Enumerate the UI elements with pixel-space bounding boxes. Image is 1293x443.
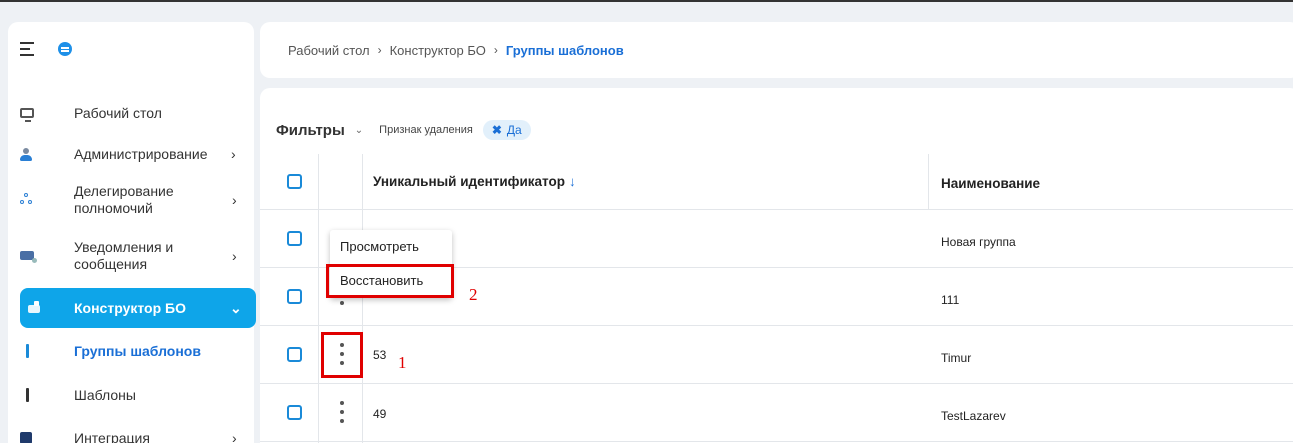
breadcrumb-separator-icon: ›	[493, 43, 498, 57]
sidebar-item-label: Группы шаблонов	[74, 342, 201, 359]
puzzle-icon	[20, 432, 32, 443]
active-bar-icon	[26, 344, 29, 358]
breadcrumb-item-constructor[interactable]: Конструктор БО	[390, 43, 486, 58]
sidebar-item-label: Уведомления и сообщения	[74, 239, 173, 273]
sidebar-item-notifications[interactable]: Уведомления и сообщения ›	[8, 236, 254, 276]
admin-icon	[20, 148, 32, 162]
column-header-name[interactable]: Наименование	[941, 176, 1040, 191]
chevron-right-icon: ›	[232, 430, 237, 443]
row-checkbox[interactable]	[287, 405, 302, 420]
constructor-icon	[28, 301, 42, 314]
bar-icon	[26, 388, 29, 402]
sidebar-item-desktop[interactable]: Рабочий стол	[8, 98, 254, 128]
cell-name: TestLazarev	[941, 409, 1006, 423]
sort-arrow-icon: ↓	[568, 174, 576, 189]
filters-toggle[interactable]: Фильтры	[276, 122, 345, 139]
chevron-right-icon: ›	[231, 146, 236, 162]
cell-id: 49	[373, 407, 387, 421]
label-line-2: полномочий	[74, 200, 153, 216]
sidebar-item-integration[interactable]: Интеграция ›	[8, 426, 254, 443]
sidebar-item-delegation[interactable]: Делегирование полномочий ›	[8, 180, 254, 220]
highlight-box-actions	[321, 332, 363, 378]
highlight-box-restore	[326, 264, 454, 298]
cell-name: Timur	[941, 351, 972, 365]
label-line-1: Уведомления и	[74, 239, 174, 255]
sidebar-header	[8, 22, 254, 76]
row-checkbox[interactable]	[287, 289, 302, 304]
filter-chip: ✖ Да	[482, 120, 531, 140]
chevron-right-icon: ›	[232, 248, 237, 264]
column-header-label: Уникальный идентификатор	[373, 174, 565, 189]
chevron-down-icon[interactable]: ⌄	[355, 125, 363, 136]
sidebar-item-label: Рабочий стол	[74, 104, 162, 121]
annotation-number: 1	[398, 353, 407, 372]
menu-item-view[interactable]: Просмотреть	[340, 239, 419, 254]
chevron-right-icon: ›	[232, 192, 237, 208]
chevron-down-icon: ⌄	[230, 299, 242, 316]
filter-chip-value: Да	[506, 123, 522, 137]
close-icon[interactable]: ✖	[492, 123, 502, 137]
select-all-checkbox[interactable]	[287, 174, 302, 189]
cell-id: 53	[373, 348, 387, 362]
menu-collapse-icon[interactable]	[20, 42, 36, 56]
label-line-2: сообщения	[74, 256, 148, 272]
filters-bar: Фильтры ⌄ Признак удаления ✖ Да	[276, 120, 531, 140]
annotation-number: 2	[469, 285, 478, 304]
breadcrumb-item-current: Группы шаблонов	[505, 42, 624, 58]
breadcrumb-separator-icon: ›	[377, 43, 382, 57]
logo-icon	[58, 42, 72, 56]
cell-name: Новая группа	[941, 235, 1016, 249]
delegation-icon	[20, 193, 34, 205]
sidebar-item-constructor[interactable]: Конструктор БО ⌄	[20, 288, 256, 328]
cell-name: 111	[941, 293, 960, 307]
sidebar-item-administration[interactable]: Администрирование ›	[8, 139, 254, 169]
row-checkbox[interactable]	[287, 347, 302, 362]
breadcrumb: Рабочий стол › Конструктор БО › Группы ш…	[260, 22, 1293, 78]
breadcrumb-item-desktop[interactable]: Рабочий стол	[288, 43, 370, 58]
sidebar-item-label: Конструктор БО	[74, 299, 186, 316]
sidebar-item-label: Администрирование	[74, 145, 208, 162]
sidebar: Рабочий стол Администрирование › Делегир…	[8, 22, 256, 443]
table-header: Уникальный идентификатор ↓ Наименование	[260, 154, 1293, 210]
sidebar-item-label: Делегирование полномочий	[74, 183, 174, 217]
table-row[interactable]: 53 Timur	[260, 327, 1293, 384]
sidebar-item-template-groups[interactable]: Группы шаблонов	[8, 340, 254, 362]
sidebar-item-templates[interactable]: Шаблоны	[8, 384, 254, 406]
row-actions-icon[interactable]	[332, 399, 352, 427]
table-row[interactable]: 49 TestLazarev	[260, 385, 1293, 442]
sidebar-item-label: Интеграция	[74, 429, 150, 443]
row-checkbox[interactable]	[287, 231, 302, 246]
label-line-1: Делегирование	[74, 183, 174, 199]
filter-label: Признак удаления	[379, 124, 473, 136]
mail-icon	[20, 251, 37, 263]
monitor-icon	[20, 108, 34, 122]
sidebar-item-label: Шаблоны	[74, 386, 136, 403]
column-header-id[interactable]: Уникальный идентификатор ↓	[373, 174, 576, 189]
